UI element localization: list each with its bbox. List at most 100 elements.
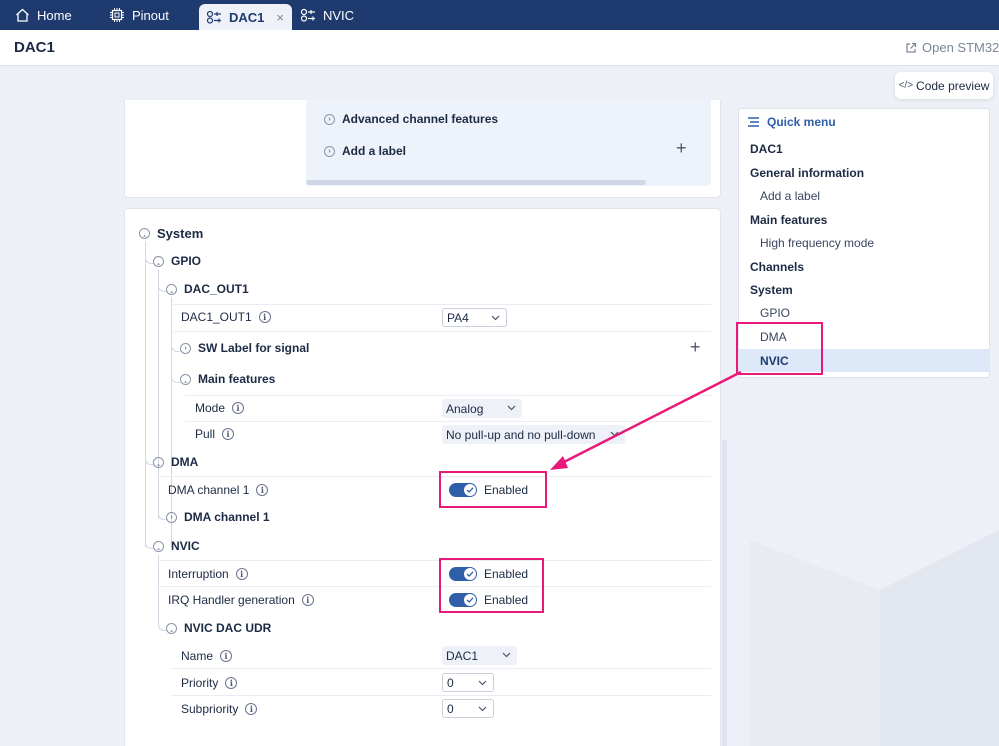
subpriority-select[interactable]: 0 (442, 699, 494, 718)
tree-line (158, 555, 159, 627)
divider (171, 695, 711, 696)
collapse-icon: ‸ (166, 622, 177, 634)
dac1-out1-value: PA4 (447, 310, 469, 325)
mode-value: Analog (446, 401, 484, 416)
gpio-group-header[interactable]: ‸ GPIO (153, 254, 201, 268)
quick-menu-header: Quick menu (748, 115, 836, 129)
nvic-group-header[interactable]: ‸ NVIC (153, 539, 200, 553)
system-group-header[interactable]: ‸ System (139, 226, 203, 241)
info-icon[interactable]: i (256, 484, 269, 496)
chevron-down-icon (478, 706, 487, 712)
collapse-icon: ‸ (153, 456, 164, 468)
mode-select[interactable]: Analog (442, 399, 522, 418)
quick-menu-item-channels[interactable]: Channels (750, 260, 804, 274)
home-icon (16, 8, 29, 22)
collapse-icon: ‸ (153, 540, 164, 552)
dac-out1-title: DAC_OUT1 (184, 282, 249, 296)
page-title: DAC1 (14, 39, 55, 56)
priority-select[interactable]: 0 (442, 673, 494, 692)
chevron-down-icon (610, 431, 619, 437)
collapse-icon: ‸ (166, 283, 177, 295)
tree-elbow (171, 343, 180, 352)
gpio-title: GPIO (171, 254, 202, 268)
dac1-out1-select[interactable]: PA4 (442, 308, 507, 327)
nvic-dac-udr-group-header[interactable]: ‸ NVIC DAC UDR (166, 621, 271, 635)
tab-bar: Home Pinout DAC1 × NVIC (0, 0, 999, 30)
sw-label-row[interactable]: › SW Label for signal (180, 341, 309, 355)
code-preview-label: Code preview (916, 78, 990, 93)
collapse-icon: ‸ (180, 373, 191, 385)
dac1-out1-label: DAC1_OUT1 (181, 310, 252, 324)
dac-out1-group-header[interactable]: ‸ DAC_OUT1 (166, 282, 249, 296)
divider (158, 560, 711, 561)
tab-nvic-label: NVIC (323, 7, 355, 23)
add-label-label: Add a label (342, 144, 407, 158)
dma-channel-label: DMA channel 1 (168, 483, 250, 497)
nvic-title: NVIC (171, 539, 200, 553)
chevron-down-icon (478, 680, 487, 686)
udr-name-field: Name i (181, 649, 233, 663)
advanced-channel-features-label: Advanced channel features (342, 112, 499, 126)
peripheral-icon (206, 10, 221, 24)
pull-value: No pull-up and no pull-down (446, 427, 596, 442)
quick-menu-title: Quick menu (767, 115, 836, 129)
quick-menu-item-general-information[interactable]: General information (750, 166, 864, 180)
tab-pinout-label: Pinout (132, 7, 169, 23)
subpriority-label: Subpriority (181, 702, 239, 716)
collapse-icon: ‸ (153, 255, 164, 267)
add-icon[interactable]: + (690, 337, 701, 358)
pull-label: Pull (195, 427, 216, 441)
tab-nvic[interactable]: NVIC (300, 0, 354, 30)
page-header: DAC1 Open STM32 (0, 30, 999, 66)
info-icon[interactable]: i (301, 594, 314, 606)
chip-icon (110, 8, 124, 22)
mode-field: Mode i (195, 401, 245, 415)
add-icon[interactable]: + (676, 138, 687, 159)
dma-channel-group-row[interactable]: › DMA channel 1 (166, 510, 270, 524)
expand-icon: › (324, 113, 335, 125)
external-link-icon (906, 42, 917, 53)
quick-menu-item-system[interactable]: System (750, 283, 793, 297)
vertical-scrollbar[interactable] (722, 440, 727, 746)
pull-select[interactable]: No pull-up and no pull-down (442, 425, 625, 444)
expand-icon: › (166, 511, 177, 523)
info-icon[interactable]: i (258, 311, 271, 323)
menu-icon (748, 117, 759, 127)
collapse-icon: ‸ (139, 228, 150, 239)
info-icon[interactable]: i (235, 568, 248, 580)
main-features-group-header[interactable]: ‸ Main features (180, 372, 275, 386)
interruption-label: Interruption (168, 567, 229, 581)
pull-field: Pull i (195, 427, 235, 441)
priority-field: Priority i (181, 676, 238, 690)
background-cube-illustration (750, 480, 999, 746)
priority-value: 0 (447, 675, 454, 690)
divider (171, 668, 711, 669)
open-stm32-link[interactable]: Open STM32 (905, 40, 999, 55)
advanced-channel-features-row[interactable]: › Advanced channel features (324, 112, 498, 126)
divider (171, 331, 711, 332)
quick-menu-item-high-frequency-mode[interactable]: High frequency mode (760, 236, 874, 250)
info-icon[interactable]: i (222, 428, 235, 440)
udr-name-select[interactable]: DAC1 (442, 646, 517, 665)
info-icon[interactable]: i (245, 703, 258, 715)
quick-menu-item-gpio[interactable]: GPIO (760, 306, 790, 320)
quick-menu-item-dac1[interactable]: DAC1 (750, 142, 783, 156)
quick-menu-item-add-label[interactable]: Add a label (760, 189, 820, 203)
udr-name-value: DAC1 (446, 648, 479, 663)
add-label-row[interactable]: › Add a label (324, 144, 406, 158)
dma-group-header[interactable]: ‸ DMA (153, 455, 198, 469)
divider (171, 304, 711, 305)
dma-title: DMA (171, 455, 199, 469)
tab-dac1[interactable]: DAC1 × (199, 4, 292, 30)
info-icon[interactable]: i (225, 677, 238, 689)
info-icon[interactable]: i (220, 650, 233, 662)
code-preview-button[interactable]: </> Code preview (895, 72, 993, 99)
quick-menu-item-main-features[interactable]: Main features (750, 213, 827, 227)
dac1-out1-field: DAC1_OUT1 i (181, 310, 271, 324)
horizontal-scrollbar[interactable] (306, 180, 646, 185)
tab-pinout[interactable]: Pinout (109, 0, 169, 30)
annotation-box-dma-toggle (439, 471, 547, 508)
info-icon[interactable]: i (232, 402, 245, 414)
close-icon[interactable]: × (276, 10, 284, 25)
tab-home[interactable]: Home (15, 0, 72, 30)
